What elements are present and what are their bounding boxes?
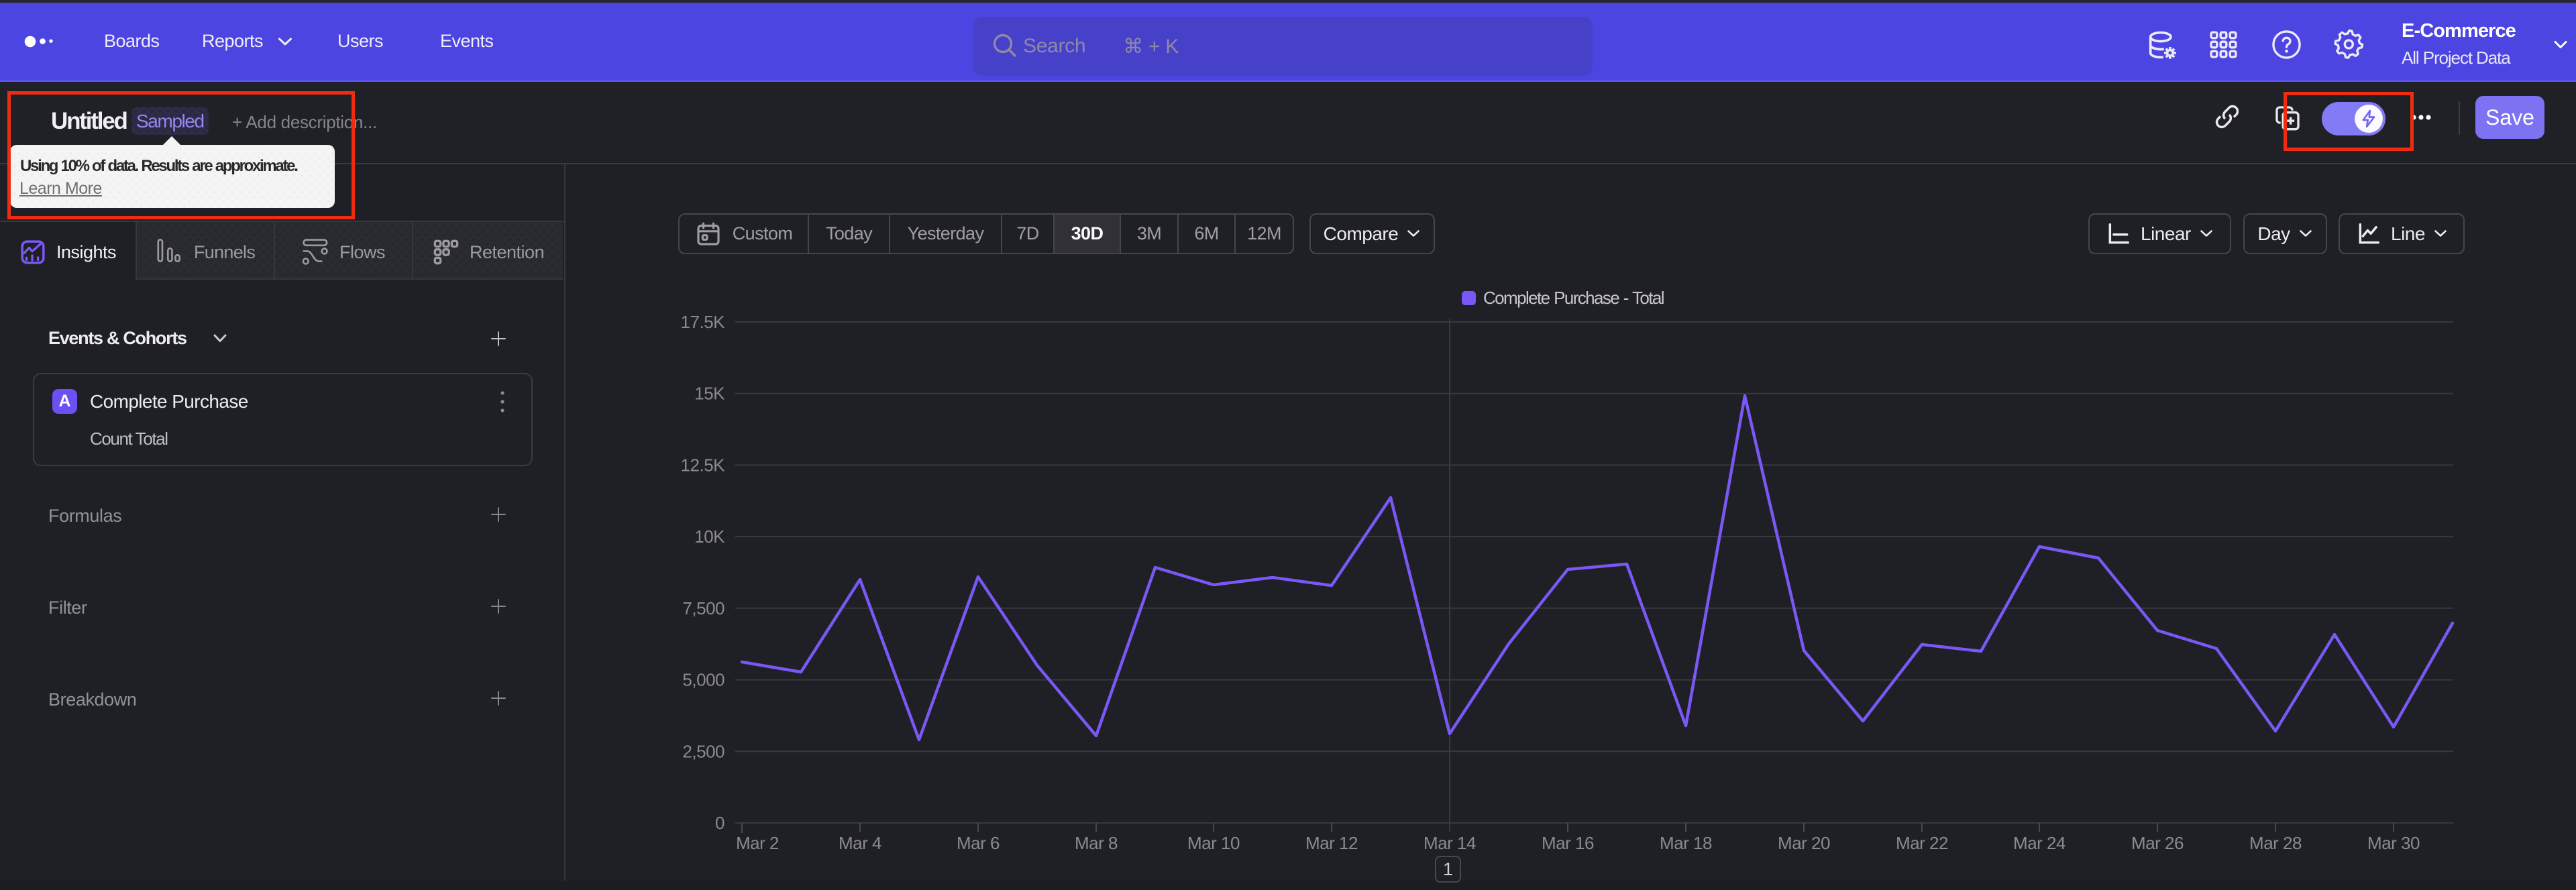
- svg-text:7,500: 7,500: [682, 598, 724, 618]
- svg-text:Mar 28: Mar 28: [2249, 833, 2302, 853]
- svg-text:Mar 24: Mar 24: [2013, 833, 2065, 853]
- svg-text:Mar 26: Mar 26: [2131, 833, 2184, 853]
- svg-text:Mar 2: Mar 2: [736, 833, 779, 853]
- svg-text:10K: 10K: [694, 526, 725, 547]
- svg-text:17.5K: 17.5K: [681, 312, 726, 332]
- svg-text:Mar 14: Mar 14: [1424, 833, 1476, 853]
- svg-text:Mar 20: Mar 20: [1778, 833, 1830, 853]
- svg-text:Mar 4: Mar 4: [839, 833, 881, 853]
- svg-text:0: 0: [715, 813, 724, 833]
- svg-text:Mar 30: Mar 30: [2367, 833, 2420, 853]
- svg-text:Mar 18: Mar 18: [1660, 833, 1712, 853]
- svg-text:Mar 6: Mar 6: [957, 833, 1000, 853]
- svg-text:2,500: 2,500: [682, 741, 724, 761]
- svg-text:Mar 10: Mar 10: [1187, 833, 1240, 853]
- svg-text:15K: 15K: [694, 384, 725, 404]
- svg-text:Mar 22: Mar 22: [1896, 833, 1948, 853]
- svg-text:12.5K: 12.5K: [681, 455, 726, 475]
- svg-text:Mar 16: Mar 16: [1542, 833, 1594, 853]
- svg-text:Mar 8: Mar 8: [1075, 833, 1118, 853]
- svg-text:5,000: 5,000: [682, 670, 724, 690]
- svg-text:Mar 12: Mar 12: [1305, 833, 1358, 853]
